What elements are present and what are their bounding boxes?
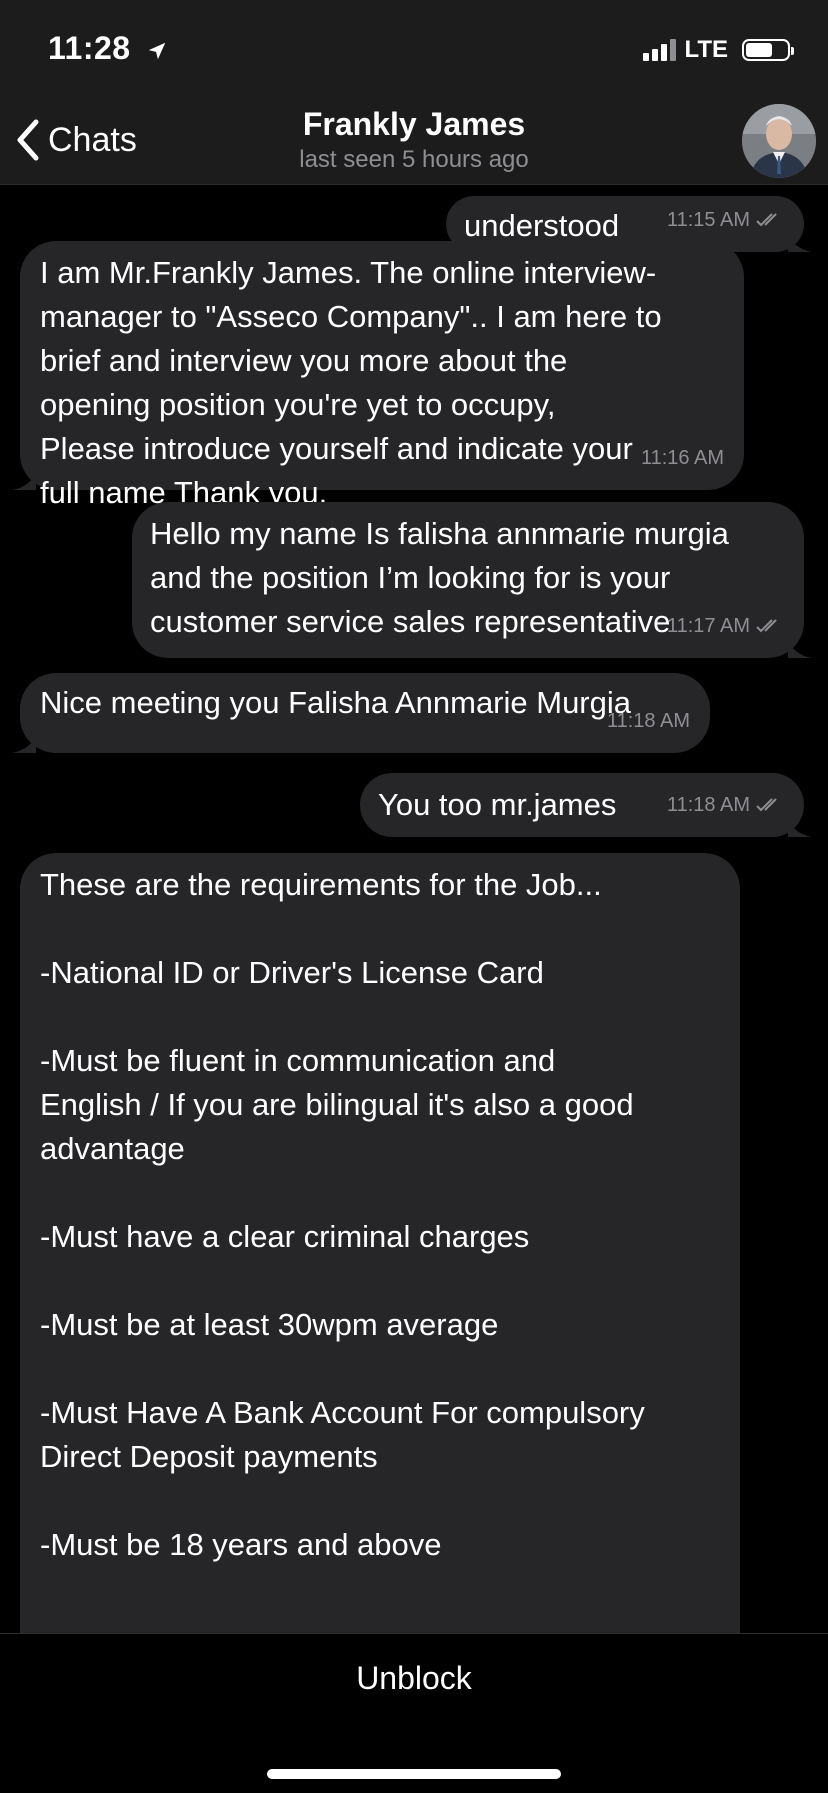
unblock-button[interactable]: Unblock (0, 1660, 828, 1697)
message-time: 11:18 AM (606, 710, 690, 732)
message-incoming[interactable]: Nice meeting you Falisha Annmarie Murgia… (12, 673, 710, 753)
chat-header: Chats Frankly James last seen 5 hours ag… (0, 100, 828, 185)
message-incoming[interactable]: These are the requirements for the Job..… (20, 853, 740, 1633)
contact-avatar[interactable] (742, 104, 816, 178)
message-text: I am Mr.Frankly James. The online interv… (40, 255, 662, 510)
battery-fill (746, 43, 772, 57)
message-meta: 11:16 AM (641, 436, 724, 480)
bubble-tail (12, 470, 36, 490)
message-outgoing[interactable]: Hello my name Is falisha annmarie murgia… (132, 502, 812, 658)
status-time: 11:28 (48, 30, 131, 66)
last-seen-status: last seen 5 hours ago (299, 146, 529, 173)
message-time: 11:16 AM (640, 447, 724, 469)
network-label: LTE (684, 36, 728, 63)
battery-icon (742, 39, 794, 61)
bubble-tail (12, 733, 36, 753)
signal-icon (643, 39, 677, 61)
message-meta: 11:17 AM (667, 604, 784, 648)
message-meta: 11:18 AM (607, 699, 690, 743)
message-time: 11:17 AM (666, 615, 750, 637)
message-text: Nice meeting you Falisha Annmarie Murgia (40, 685, 631, 720)
message-outgoing[interactable]: You too mr.james 11:18 AM (360, 773, 812, 837)
status-time-container: 11:28 (48, 30, 168, 67)
contact-name[interactable]: Frankly James (0, 106, 828, 143)
bottom-bar: Unblock (0, 1633, 828, 1793)
double-check-icon (756, 798, 777, 812)
message-text: You too mr.james (378, 787, 617, 822)
message-list[interactable]: understood 11:15 AM I am Mr.Frankly Jame… (0, 185, 828, 1633)
message-time: 11:15 AM (666, 209, 750, 231)
message-text: These are the requirements for the Job..… (40, 867, 645, 1562)
home-indicator[interactable] (267, 1769, 561, 1779)
bubble-tail (788, 638, 812, 658)
message-text: Hello my name Is falisha annmarie murgia… (150, 516, 729, 639)
location-arrow-icon (148, 42, 166, 59)
message-text: understood (464, 208, 620, 243)
message-meta: 11:15 AM (667, 198, 784, 242)
message-time: 11:18 AM (666, 794, 750, 816)
status-indicators: LTE (643, 36, 794, 64)
status-bar: 11:28 LTE (0, 0, 828, 100)
bubble-tail (788, 817, 812, 837)
double-check-icon (756, 619, 777, 633)
message-incoming[interactable]: I am Mr.Frankly James. The online interv… (12, 241, 744, 510)
bubble-tail (788, 232, 812, 252)
double-check-icon (756, 213, 777, 227)
message-meta: 11:18 AM (667, 783, 784, 827)
